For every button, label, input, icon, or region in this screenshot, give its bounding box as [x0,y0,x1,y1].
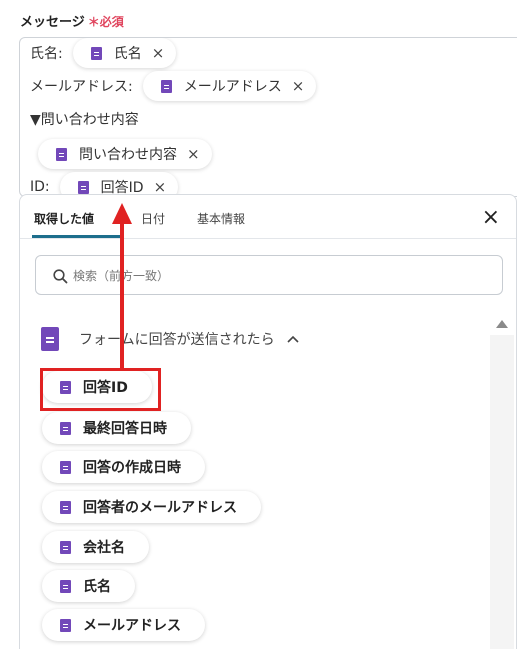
editor-line-label: 氏名: [30,46,63,62]
value-item-label: 氏名 [83,579,111,595]
token-close-icon[interactable]: × [292,77,305,95]
search-icon [53,269,68,284]
variable-token-inquiry[interactable]: 問い合わせ内容 × [38,139,212,169]
document-icon [90,46,102,60]
chevron-up-icon[interactable] [287,332,299,346]
value-item-company[interactable]: 会社名 [42,531,149,563]
document-icon [60,540,71,554]
value-item-created-time[interactable]: 回答の作成日時 [42,451,205,483]
message-editor[interactable]: 氏名: 氏名 × メールアドレス: メールアドレス × ▼問い合わせ内容 問い合… [19,37,517,197]
trigger-group-header[interactable]: フォームに回答が送信されたら [41,327,299,351]
editor-line-label: ID: [30,179,50,195]
token-label: メールアドレス [183,79,282,95]
variable-token-email[interactable]: メールアドレス × [142,71,317,101]
tab-bar: 取得した値 日付 基本情報 × [20,195,516,239]
value-item-name[interactable]: 氏名 [42,570,135,602]
close-icon[interactable]: × [482,205,500,230]
editor-line-text: ▼問い合わせ内容 [30,112,139,128]
value-item-respondent-email[interactable]: 回答者のメールアドレス [42,491,261,523]
required-badge: ＊必須 [87,15,124,29]
document-icon [160,79,172,93]
token-close-icon[interactable]: × [187,145,200,163]
google-forms-icon [41,327,59,351]
active-tab-indicator [32,235,124,238]
variable-picker-panel: 取得した値 日付 基本情報 × フォームに回答が送信されたら 回答ID 最終回答… [19,194,517,649]
tab-acquired-values[interactable]: 取得した値 [34,210,94,227]
editor-line-name: 氏名: 氏名 × [30,38,177,68]
group-title: フォームに回答が送信されたら [79,332,275,348]
value-item-label: 会社名 [83,540,125,556]
document-icon [60,460,71,474]
value-item-last-answer-time[interactable]: 最終回答日時 [42,412,191,444]
editor-line-inquiry: 問い合わせ内容 × [30,139,212,169]
scrollbar-track[interactable] [490,335,514,649]
value-item-label: メールアドレス [83,618,181,634]
editor-line-inquiry-heading: ▼問い合わせ内容 [30,104,139,134]
document-icon [60,421,71,435]
editor-line-email: メールアドレス: メールアドレス × [30,71,317,101]
document-icon [56,147,67,161]
value-item-label: 回答者のメールアドレス [83,500,237,516]
document-icon [77,180,89,194]
variable-token-name[interactable]: 氏名 × [72,38,177,68]
search-input[interactable] [73,265,473,287]
token-label: 氏名 [113,46,142,62]
message-field-label: メッセージ ＊必須 [20,11,124,30]
value-item-label: 回答の作成日時 [83,460,181,476]
search-box[interactable] [35,255,503,295]
value-item-email[interactable]: メールアドレス [42,609,205,641]
editor-line-label: メールアドレス: [30,79,133,95]
tab-date[interactable]: 日付 [141,210,165,227]
value-item-label: 最終回答日時 [83,421,167,437]
tab-basic-info[interactable]: 基本情報 [197,210,245,227]
token-close-icon[interactable]: × [152,44,165,62]
message-label-text: メッセージ [20,15,85,30]
document-icon [60,618,71,632]
document-icon [60,500,71,514]
scroll-up-arrow-icon[interactable] [496,320,508,328]
highlight-box [40,368,161,411]
token-label: 問い合わせ内容 [79,147,177,163]
document-icon [60,579,71,593]
